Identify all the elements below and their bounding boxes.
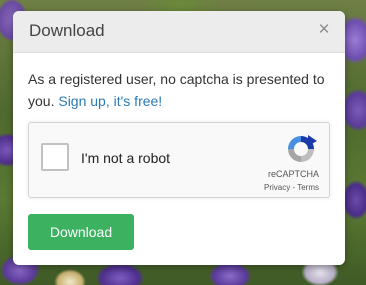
captcha-checkbox[interactable]	[41, 143, 69, 171]
captcha-links: Privacy - Terms	[264, 183, 319, 192]
captcha-brand: reCAPTCHA	[267, 169, 319, 179]
captcha-terms-link[interactable]: Terms	[297, 183, 319, 192]
message-text: As a registered user, no captcha is pres…	[28, 68, 333, 112]
dialog-body: As a registered user, no captcha is pres…	[28, 68, 333, 112]
download-dialog: Download × As a registered user, no capt…	[13, 11, 345, 265]
recaptcha-logo-icon	[288, 135, 317, 162]
close-icon[interactable]: ×	[317, 20, 331, 40]
captcha-label: I'm not a robot	[81, 150, 171, 166]
dialog-header: Download ×	[13, 11, 345, 53]
signup-link[interactable]: Sign up, it's free!	[58, 93, 162, 109]
captcha-privacy-link[interactable]: Privacy	[264, 183, 290, 192]
dialog-title: Download	[29, 21, 105, 40]
recaptcha-widget: I'm not a robot reCAPTCHA Privacy - Term…	[28, 122, 330, 198]
download-button[interactable]: Download	[28, 214, 134, 250]
